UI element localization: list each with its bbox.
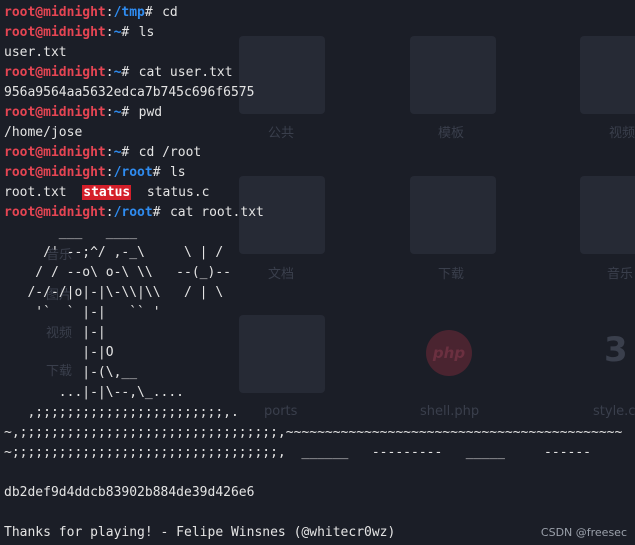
output-line: root.txt status status.c: [4, 183, 622, 203]
prompt-colon: :: [105, 25, 114, 40]
prompt-colon: :: [105, 145, 114, 160]
prompt-symbol: #: [152, 205, 161, 220]
prompt-path: /tmp: [113, 5, 145, 20]
ascii-art-line: ,;;;;;;;;;;;;;;;;;;;;;;;;,.: [4, 405, 239, 420]
terminal-line: root@midnight:/tmp# cd: [4, 3, 622, 23]
prompt-symbol: #: [121, 65, 130, 80]
thanks-message: Thanks for playing! - Felipe Winsnes (@w…: [4, 525, 396, 540]
prompt-colon: :: [105, 165, 114, 180]
command-text: cd: [162, 5, 178, 20]
command-text: pwd: [138, 105, 163, 120]
terminal-line: root@midnight:~# cd /root: [4, 143, 622, 163]
prompt-colon: :: [105, 105, 114, 120]
prompt-colon: :: [105, 65, 114, 80]
prompt-symbol: #: [121, 145, 130, 160]
prompt-symbol: #: [121, 25, 130, 40]
prompt-symbol: #: [144, 5, 153, 20]
ascii-art-line: ___ ____: [4, 225, 138, 240]
ascii-art-line: '` ` |-| `` ': [4, 305, 161, 320]
output-line: 956a9564aa5632edca7b745c696f6575: [4, 83, 622, 103]
prompt-user: root@midnight: [4, 25, 106, 40]
terminal-output[interactable]: root@midnight:/tmp# cd root@midnight:~# ls…: [4, 3, 622, 543]
terminal-line: root@midnight:~# cat user.txt: [4, 63, 622, 83]
command-text: ls: [138, 25, 155, 40]
ascii-art-line: |-|: [4, 325, 106, 340]
prompt-colon: :: [105, 5, 114, 20]
terminal-line: root@midnight:/root# ls: [4, 163, 622, 183]
output-line: /home/jose: [4, 123, 622, 143]
prompt-symbol: #: [121, 105, 130, 120]
prompt-user: root@midnight: [4, 65, 106, 80]
terminal-line: root@midnight:~# pwd: [4, 103, 622, 123]
file-root-txt: root.txt: [4, 185, 67, 200]
prompt-symbol: #: [152, 165, 161, 180]
command-text: ls: [169, 165, 186, 180]
user-flag-hash[interactable]: 956a9564aa5632edca7b745c696f6575: [4, 85, 254, 100]
terminal-window[interactable]: 公共 模板 视频 文档 下载 音乐 音乐 图片 视频 下载 php 3 port…: [0, 0, 635, 545]
ascii-art-line: /-/-/|o|-|\-\\|\\ / | \: [4, 285, 224, 300]
prompt-path: /root: [113, 205, 153, 220]
prompt-path: /root: [113, 165, 153, 180]
ascii-art-line: / / --o\ o-\ \\ --(_)--: [4, 265, 231, 280]
prompt-colon: :: [105, 205, 114, 220]
ascii-art-line: |-|O: [4, 345, 114, 360]
terminal-line: root@midnight:/root# cat root.txt: [4, 203, 622, 223]
file-status-c: status.c: [146, 185, 210, 200]
command-text: cat root.txt: [169, 205, 264, 220]
terminal-line: root@midnight:~# ls: [4, 23, 622, 43]
output-line: user.txt: [4, 43, 622, 63]
prompt-user: root@midnight: [4, 105, 106, 120]
command-text: cat user.txt: [138, 65, 233, 80]
output-text: /home/jose: [4, 125, 83, 140]
root-flag-hash[interactable]: db2def9d4ddcb83902b884de39d426e6: [4, 483, 622, 503]
command-text: cd /root: [138, 145, 202, 160]
ascii-art-line: ...|-|\--,\_....: [4, 385, 185, 400]
ascii-art-line: ~;;;;;;;;;;;;;;;;;;;;;;;;;;;;;;;;;;, ___…: [4, 445, 591, 460]
output-text: user.txt: [4, 45, 67, 60]
ascii-art-line: ~,;;;;;;;;;;;;;;;;;;;;;;;;;;;;;;;;;,~~~~…: [4, 425, 623, 440]
file-status-highlight: status: [82, 185, 132, 200]
ascii-art-line: /' --;^/ ,-_\ \ | /: [4, 245, 224, 260]
watermark-text: CSDN @freesec: [540, 526, 627, 539]
prompt-user: root@midnight: [4, 145, 106, 160]
prompt-user: root@midnight: [4, 165, 106, 180]
prompt-user: root@midnight: [4, 5, 106, 20]
ascii-art-line: |-(\,__: [4, 365, 138, 380]
prompt-user: root@midnight: [4, 205, 106, 220]
